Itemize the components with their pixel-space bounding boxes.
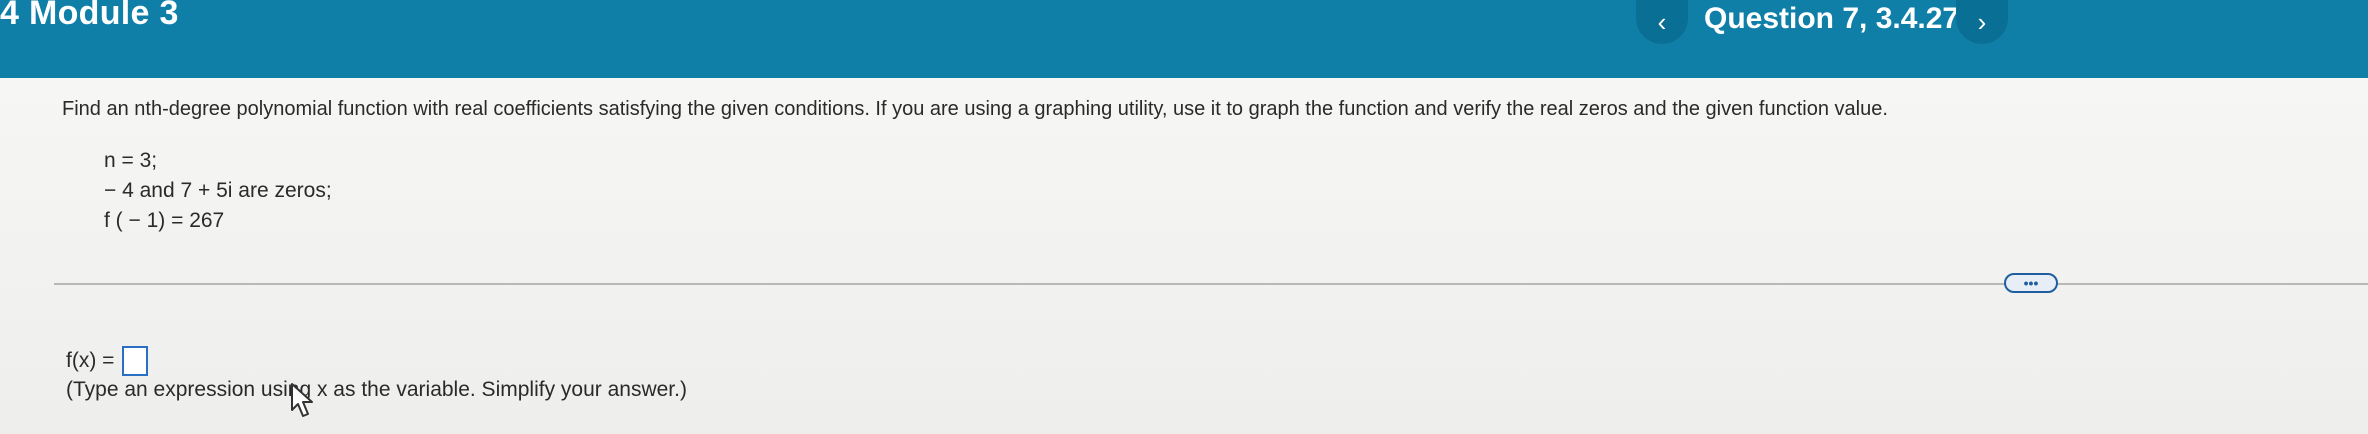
- condition-zeros: − 4 and 7 + 5i are zeros;: [104, 179, 332, 202]
- more-options-button[interactable]: •••: [2004, 273, 2058, 293]
- previous-question-button[interactable]: ‹: [1636, 0, 1688, 44]
- problem-conditions: n = 3; − 4 and 7 + 5i are zeros; f ( − 1…: [104, 146, 332, 236]
- mouse-cursor-icon: [291, 383, 313, 417]
- answer-input[interactable]: [122, 346, 149, 376]
- answer-label: f(x) =: [66, 349, 115, 372]
- answer-row: f(x) =: [66, 346, 149, 376]
- condition-function-value: f ( − 1) = 267: [104, 209, 225, 232]
- module-header: 4 Module 3 ‹ Question 7, 3.4.27 ›: [0, 0, 2368, 78]
- chevron-right-icon: ›: [1977, 6, 1987, 37]
- question-title: Question 7, 3.4.27: [1704, 2, 1960, 35]
- next-question-button[interactable]: ›: [1956, 0, 2008, 44]
- module-title: 4 Module 3: [0, 0, 179, 32]
- condition-degree: n = 3;: [104, 149, 158, 172]
- ellipsis-icon: •••: [2023, 275, 2039, 291]
- chevron-left-icon: ‹: [1657, 6, 1667, 37]
- question-content: Find an nth-degree polynomial function w…: [0, 78, 2368, 434]
- answer-hint: (Type an expression using x as the varia…: [66, 378, 687, 401]
- problem-instructions: Find an nth-degree polynomial function w…: [62, 98, 1888, 120]
